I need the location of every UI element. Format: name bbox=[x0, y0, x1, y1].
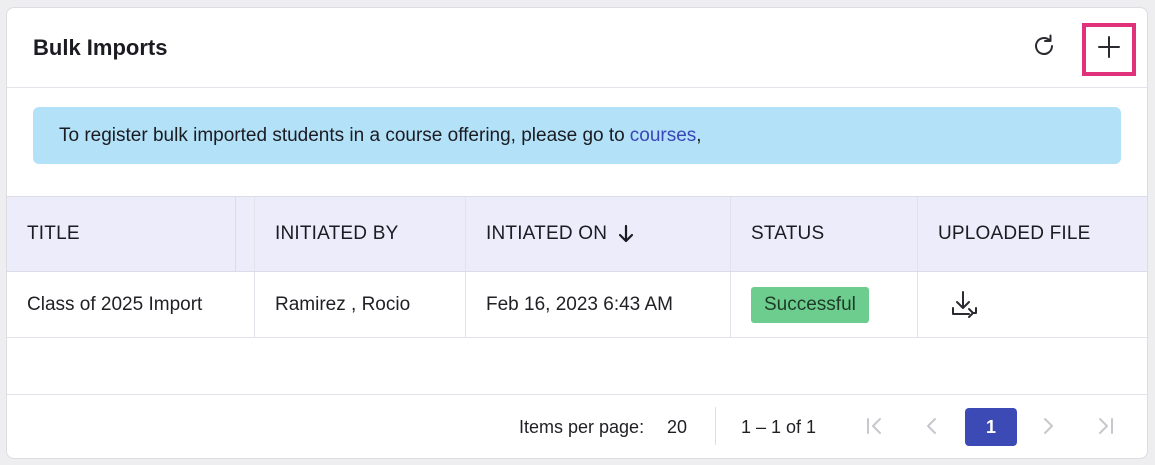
column-header-status[interactable]: STATUS bbox=[731, 197, 918, 271]
add-import-button[interactable] bbox=[1082, 23, 1136, 76]
download-icon[interactable] bbox=[948, 289, 980, 321]
paginator-divider bbox=[715, 407, 716, 445]
first-page-button[interactable] bbox=[860, 413, 890, 443]
plus-icon bbox=[1097, 35, 1121, 64]
column-header-title[interactable]: TITLE bbox=[7, 197, 255, 271]
bulk-imports-card: Bulk Imports To register bulk imported s… bbox=[6, 7, 1148, 459]
refresh-icon bbox=[1031, 33, 1057, 64]
next-page-button[interactable] bbox=[1033, 413, 1063, 443]
items-per-page-label: Items per page: bbox=[519, 417, 645, 437]
table-row[interactable]: Class of 2025 Import Ramirez , Rocio Feb… bbox=[7, 272, 1147, 338]
column-label: UPLOADED FILE bbox=[938, 223, 1091, 244]
column-label: INITIATED BY bbox=[275, 223, 399, 244]
chevron-right-icon bbox=[1037, 415, 1059, 442]
banner-suffix: , bbox=[696, 124, 702, 146]
refresh-button[interactable] bbox=[1027, 31, 1061, 65]
cell-status: Successful bbox=[731, 272, 918, 337]
cell-uploaded-file bbox=[918, 272, 1147, 337]
chevron-left-icon bbox=[921, 415, 943, 442]
page-title: Bulk Imports bbox=[33, 35, 168, 60]
cell-title: Class of 2025 Import bbox=[7, 272, 255, 337]
page-range-label: 1 – 1 of 1 bbox=[741, 417, 817, 437]
column-header-initiated-on[interactable]: INTIATED ON bbox=[466, 197, 731, 271]
column-label: TITLE bbox=[27, 223, 80, 244]
items-per-page-select[interactable]: 20 bbox=[667, 417, 687, 438]
column-header-initiated-by[interactable]: INITIATED BY bbox=[255, 197, 466, 271]
info-banner: To register bulk imported students in a … bbox=[33, 107, 1121, 164]
arrow-down-icon bbox=[617, 224, 635, 244]
first-page-icon bbox=[864, 415, 886, 442]
last-page-icon bbox=[1094, 415, 1116, 442]
column-label: STATUS bbox=[751, 223, 825, 244]
last-page-button[interactable] bbox=[1090, 413, 1120, 443]
table-header: TITLE INITIATED BY INTIATED ON STATUS UP… bbox=[7, 196, 1147, 272]
column-label: INTIATED ON bbox=[486, 223, 608, 244]
paginator: Items per page: 20 1 – 1 of 1 1 bbox=[7, 394, 1147, 458]
cell-initiated-on: Feb 16, 2023 6:43 AM bbox=[466, 272, 731, 337]
previous-page-button[interactable] bbox=[917, 413, 947, 443]
status-badge: Successful bbox=[751, 286, 869, 323]
banner-text: To register bulk imported students in a … bbox=[59, 124, 625, 146]
current-page-button[interactable]: 1 bbox=[965, 408, 1017, 446]
card-header: Bulk Imports bbox=[7, 8, 1147, 88]
courses-link[interactable]: courses bbox=[630, 125, 697, 147]
column-header-uploaded-file[interactable]: UPLOADED FILE bbox=[918, 197, 1147, 271]
cell-initiated-by: Ramirez , Rocio bbox=[255, 272, 466, 337]
